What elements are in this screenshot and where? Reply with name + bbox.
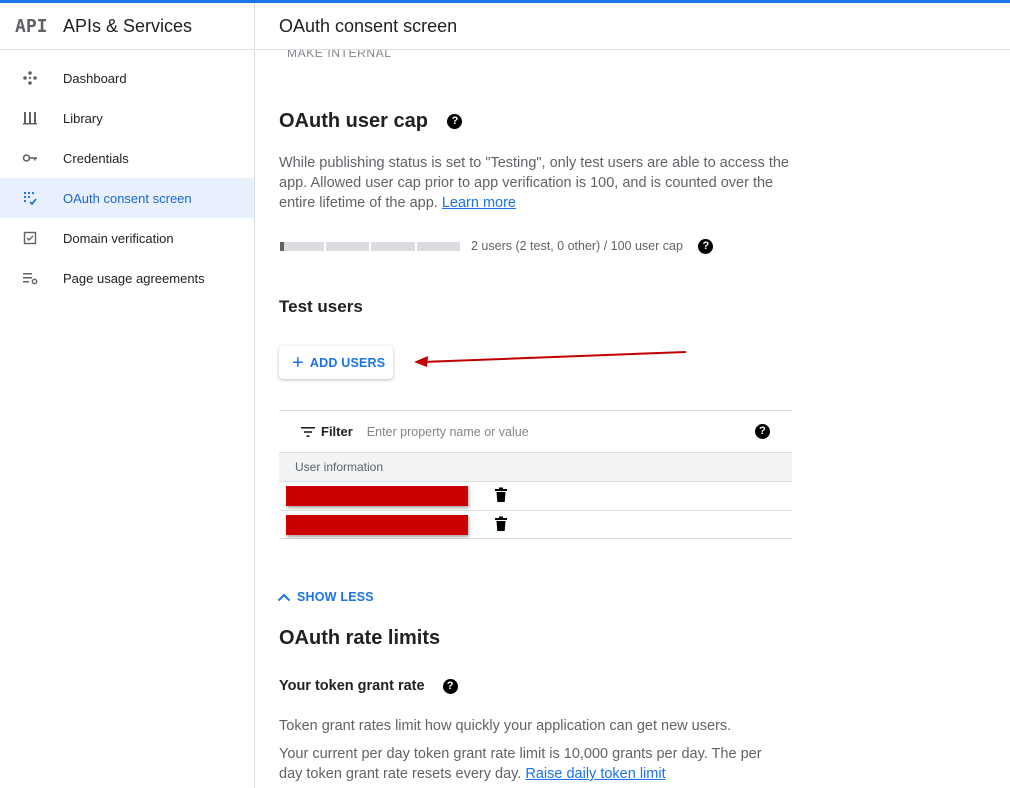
main-content: MAKE INTERNAL OAuth user cap ? While pub… [256, 50, 1010, 788]
token-grant-rate-text: Your token grant rate [279, 678, 425, 694]
sidebar-item-oauth-consent-screen[interactable]: OAuth consent screen [0, 178, 254, 218]
help-icon[interactable]: ? [447, 114, 463, 130]
filter-label: Filter [321, 424, 353, 439]
add-users-label: ADD USERS [309, 355, 386, 370]
rate-limits-title: OAuth rate limits [279, 627, 441, 649]
chevron-up-icon [277, 593, 291, 602]
sidebar-item-label: Credentials [63, 150, 129, 166]
table-row [279, 510, 792, 539]
filter-icon[interactable] [301, 426, 315, 438]
user-cap-progress [280, 242, 460, 251]
column-header-user-information[interactable]: User information [279, 452, 792, 481]
token-grant-rate-limit-text: Your current per day token grant rate li… [279, 744, 784, 784]
redacted-email [286, 486, 468, 506]
library-icon [0, 110, 63, 126]
help-icon[interactable]: ? [442, 678, 458, 694]
user-cap-title: OAuth user cap ? [279, 110, 463, 133]
help-icon[interactable]: ? [755, 424, 770, 439]
raise-token-limit-link[interactable]: Raise daily token limit [525, 766, 665, 782]
redacted-email [286, 515, 468, 535]
filter-input[interactable] [366, 424, 667, 439]
api-logo: API [15, 15, 48, 37]
user-cap-usage: 2 users (2 test, 0 other) / 100 user cap… [471, 239, 714, 255]
page-title: OAuth consent screen [279, 16, 458, 36]
learn-more-link[interactable]: Learn more [442, 195, 516, 211]
token-grant-rate-description: Token grant rates limit how quickly your… [279, 718, 732, 734]
sidebar: API APIs & Services Dashboard Library Cr… [0, 3, 255, 788]
sidebar-item-label: Library [63, 110, 103, 126]
help-icon[interactable]: ? [698, 239, 714, 255]
key-icon [0, 150, 63, 166]
product-title[interactable]: APIs & Services [63, 16, 192, 37]
make-internal-button[interactable]: MAKE INTERNAL [287, 50, 392, 60]
add-users-button[interactable]: + ADD USERS [279, 346, 393, 379]
show-less-button[interactable]: SHOW LESS [277, 590, 374, 604]
user-cap-title-text: OAuth user cap [279, 110, 428, 132]
checkbox-icon [0, 230, 63, 246]
sidebar-nav: Dashboard Library Credentials OAuth cons… [0, 50, 254, 298]
sidebar-item-library[interactable]: Library [0, 98, 254, 138]
user-cap-usage-text: 2 users (2 test, 0 other) / 100 user cap [471, 239, 683, 253]
plus-icon: + [292, 351, 304, 374]
filter-bar: Filter ? [279, 410, 792, 452]
token-grant-rate-title: Your token grant rate ? [279, 678, 458, 694]
sidebar-header: API APIs & Services [0, 3, 254, 50]
test-users-title: Test users [279, 297, 363, 316]
test-users-table: Filter ? User information [279, 410, 792, 539]
table-row [279, 481, 792, 510]
user-cap-progress-fill [280, 242, 284, 251]
sidebar-item-label: Dashboard [63, 70, 127, 86]
annotation-arrow [414, 351, 687, 367]
sidebar-item-label: OAuth consent screen [63, 190, 192, 206]
sidebar-item-label: Page usage agreements [63, 270, 205, 286]
sidebar-item-dashboard[interactable]: Dashboard [0, 58, 254, 98]
sidebar-item-domain-verification[interactable]: Domain verification [0, 218, 254, 258]
settings-list-icon [0, 270, 63, 286]
delete-icon[interactable] [494, 516, 508, 532]
token-limit-text: Your current per day token grant rate li… [279, 746, 762, 782]
delete-icon[interactable] [494, 487, 508, 503]
dashboard-icon [0, 70, 63, 86]
user-cap-description-text: While publishing status is set to "Testi… [279, 155, 789, 211]
sidebar-item-label: Domain verification [63, 230, 174, 246]
consent-icon [0, 190, 63, 206]
sidebar-item-credentials[interactable]: Credentials [0, 138, 254, 178]
show-less-label: SHOW LESS [297, 590, 374, 604]
sidebar-item-page-usage-agreements[interactable]: Page usage agreements [0, 258, 254, 298]
page-header: OAuth consent screen [256, 3, 1010, 50]
user-cap-description: While publishing status is set to "Testi… [279, 153, 799, 213]
